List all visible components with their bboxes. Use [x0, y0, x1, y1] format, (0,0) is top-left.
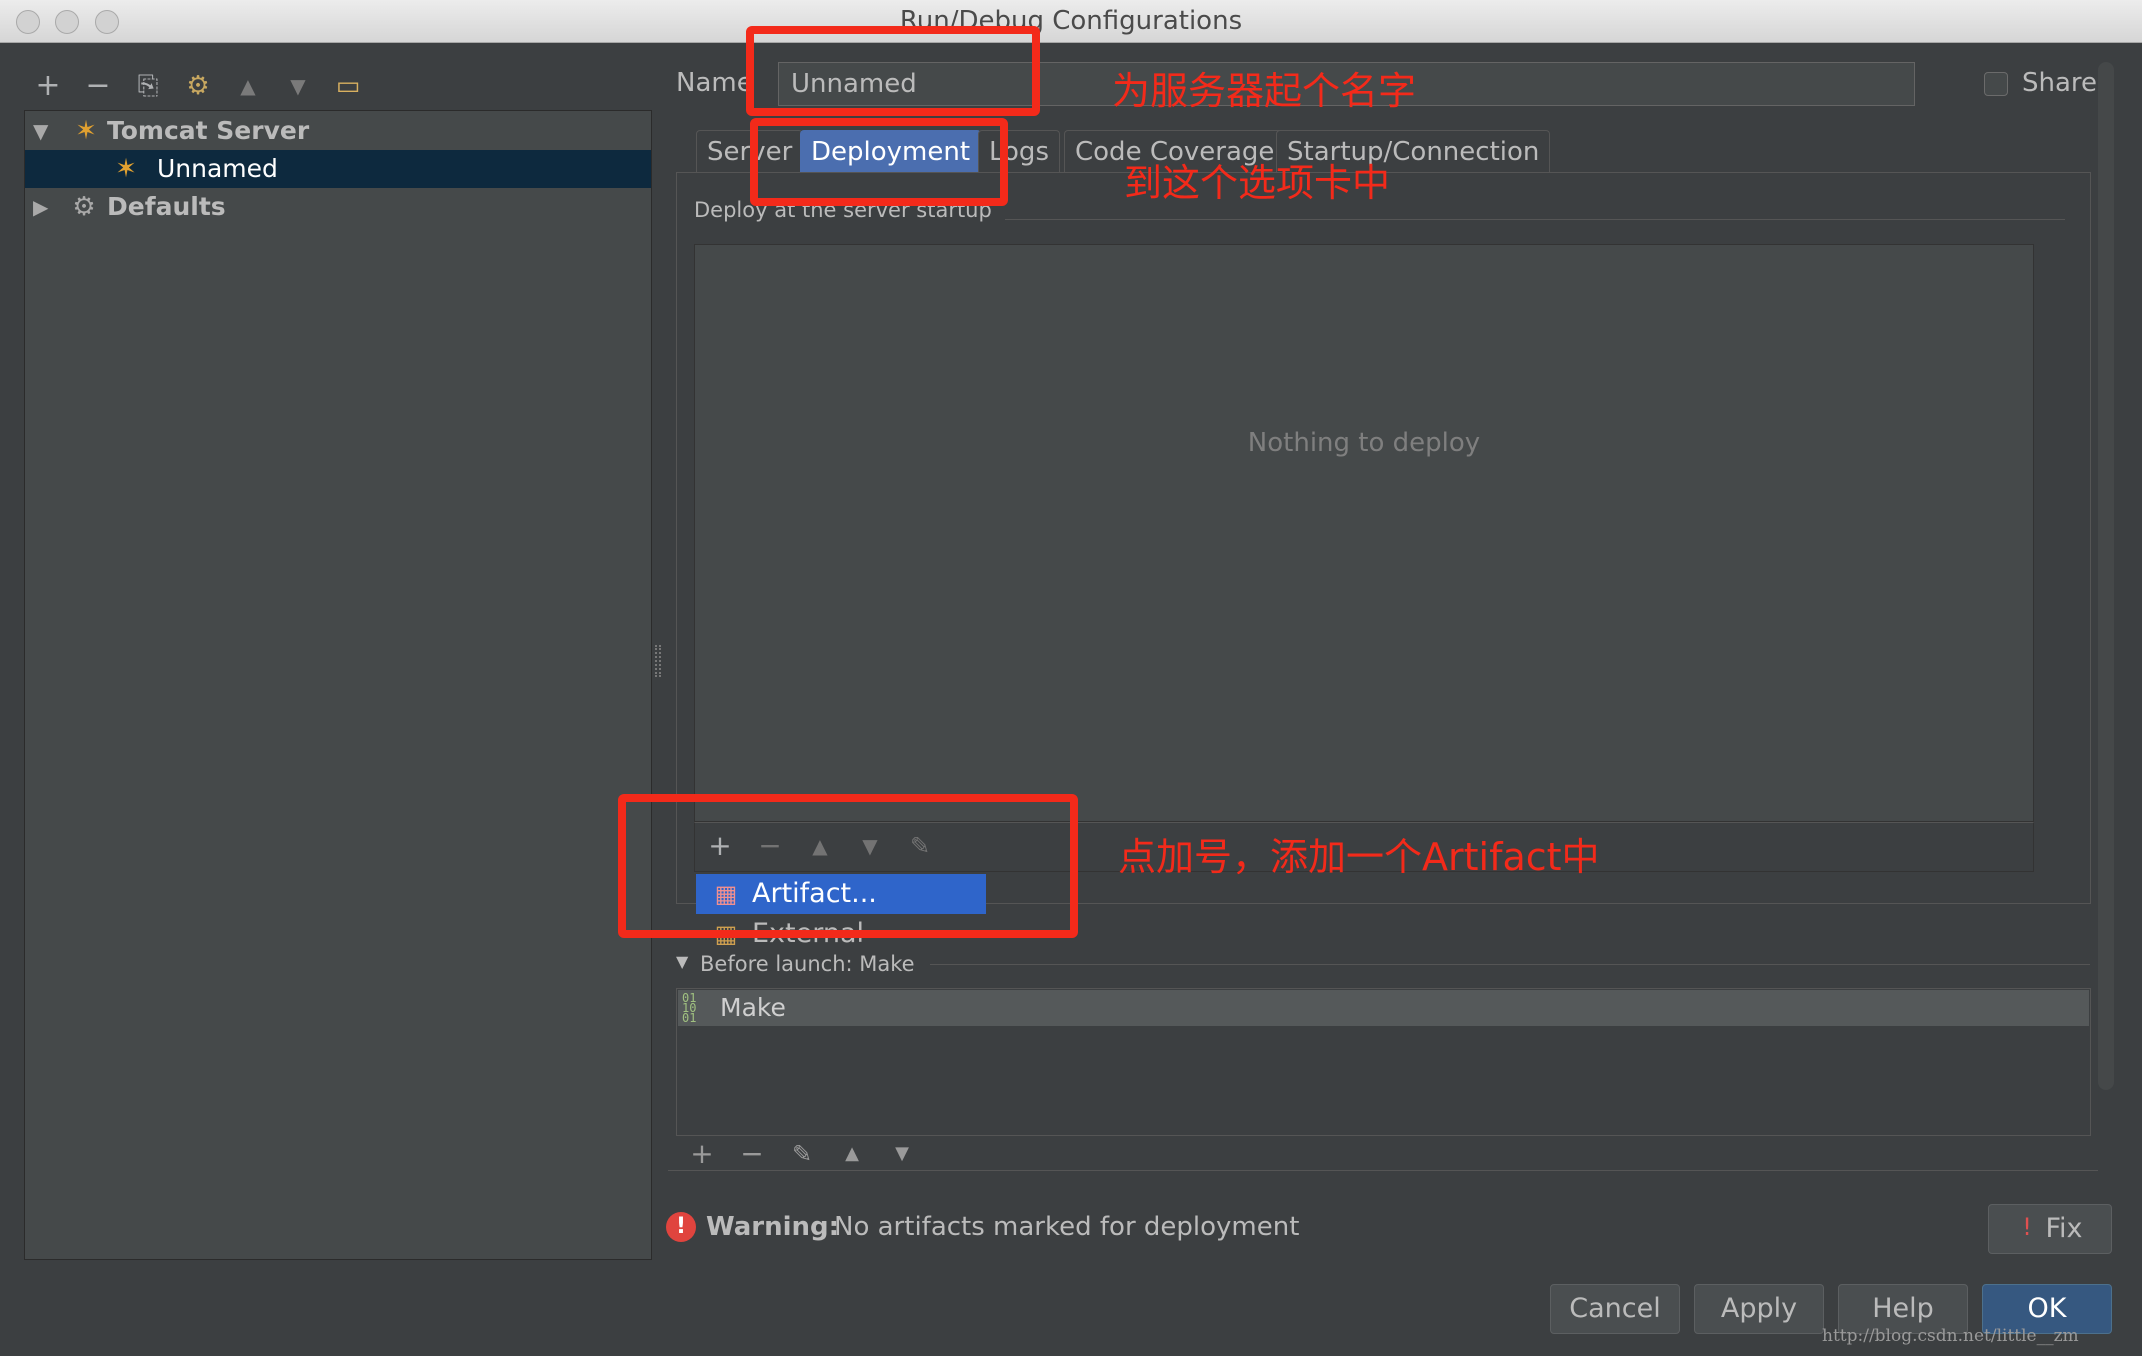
fix-bulb-icon: ! [2022, 1213, 2032, 1241]
make-binary-icon: 01 10 01 [682, 991, 697, 1025]
add-icon[interactable]: + [30, 68, 66, 104]
cancel-button[interactable]: Cancel [1550, 1284, 1680, 1334]
configuration-tree[interactable] [24, 110, 652, 1260]
annotation-box-tab [750, 118, 1008, 206]
tree-item-label: Tomcat Server [107, 116, 310, 145]
expand-triangle-icon[interactable]: ▼ [33, 112, 48, 150]
move-down-icon[interactable]: ▼ [280, 68, 316, 104]
window-title: Run/Debug Configurations [899, 6, 1243, 36]
folder-icon[interactable]: ▭ [330, 68, 366, 104]
panel-splitter[interactable] [655, 645, 661, 677]
annotation-box-add [618, 794, 1078, 938]
before-launch-item-make[interactable]: Make [678, 990, 2089, 1026]
collapsed-triangle-icon[interactable]: ▶ [33, 188, 48, 226]
remove-task-icon[interactable]: − [734, 1136, 770, 1164]
annotation-tab-note: 到这个选项卡中 [1124, 161, 1391, 205]
share-label: Share [2022, 68, 2098, 98]
tree-item-unnamed[interactable]: ✶ Unnamed [25, 150, 651, 188]
vertical-scrollbar[interactable] [2098, 62, 2114, 1090]
footer-divider [668, 1170, 2098, 1171]
edit-task-icon[interactable]: ✎ [784, 1136, 820, 1164]
section-divider [1005, 219, 2065, 220]
tree-item-label: Unnamed [157, 154, 278, 183]
annotation-add-note: 点加号，添加一个Artifact中 [1118, 835, 1600, 879]
before-launch-title: Before launch: Make [700, 952, 915, 976]
tree-item-tomcat-server[interactable]: ▼ ✶ Tomcat Server [25, 112, 651, 150]
move-task-up-icon[interactable]: ▲ [834, 1136, 870, 1164]
deploy-list[interactable] [694, 244, 2034, 822]
defaults-wrench-icon: ⚙ [72, 192, 96, 222]
apply-button[interactable]: Apply [1694, 1284, 1824, 1334]
annotation-name-note: 为服务器起个名字 [1112, 69, 1417, 113]
fix-button[interactable]: Fix [1988, 1204, 2112, 1254]
move-task-down-icon[interactable]: ▼ [884, 1136, 920, 1164]
move-up-icon[interactable]: ▲ [230, 68, 266, 104]
tree-item-label: Defaults [107, 192, 226, 221]
tree-item-defaults[interactable]: ▶ ⚙ Defaults [25, 188, 651, 226]
warning-icon: ! [666, 1212, 696, 1242]
tomcat-icon: ✶ [75, 116, 97, 146]
copy-icon[interactable]: ⎘ [130, 68, 166, 104]
warning-label: Warning: [706, 1212, 840, 1242]
remove-icon[interactable]: − [80, 68, 116, 104]
collapse-triangle-icon[interactable]: ▼ [676, 952, 688, 971]
annotation-box-name [746, 26, 1040, 116]
share-checkbox[interactable] [1984, 72, 2008, 96]
window-title-bar: Run/Debug Configurations [0, 0, 2142, 43]
edit-defaults-icon[interactable]: ⚙ [180, 68, 216, 104]
empty-list-text: Nothing to deploy [1247, 428, 1481, 458]
watermark-text: http://blog.csdn.net/little__zm [1822, 1326, 2079, 1346]
add-task-icon[interactable]: + [684, 1136, 720, 1164]
button-label: Fix [2045, 1213, 2083, 1244]
list-item-label: Make [720, 993, 786, 1022]
tomcat-icon: ✶ [115, 154, 137, 184]
warning-message: No artifacts marked for deployment [834, 1212, 1300, 1242]
name-label: Name [676, 68, 753, 98]
section-divider [930, 964, 2090, 965]
